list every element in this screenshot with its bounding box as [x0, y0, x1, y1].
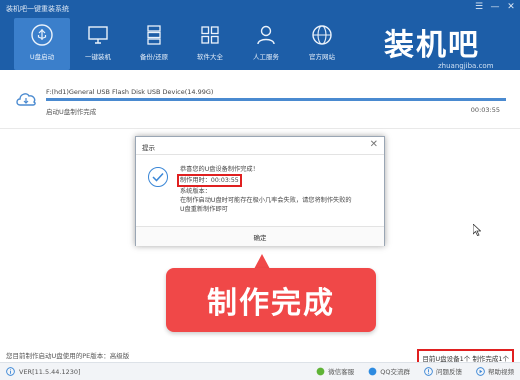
version-info: VER[11.5.44.1230]: [6, 367, 81, 376]
pe-version-hint: 您目前制作启动U盘使用的PE版本：高级版: [6, 352, 130, 360]
qq-icon: [368, 367, 377, 375]
task-status: 启动U盘制作完成: [46, 108, 97, 116]
logo-url: zhuangjiba.com: [438, 62, 494, 70]
app-header: 装机吧一键重装系统 ☰ — ✕ U盘启动 一键装机 备份/还原 软件大全 人工服…: [0, 0, 520, 70]
wechat-support-link[interactable]: 微信客服: [316, 366, 354, 376]
status-bar: VER[11.5.44.1230] 微信客服 QQ交流群 问题反馈 帮助视频: [0, 362, 520, 380]
dialog-title: 提示: [142, 144, 155, 152]
dialog-ok-button[interactable]: 确定: [136, 226, 384, 246]
nav-item-website[interactable]: 官方网站: [294, 18, 350, 70]
dialog-message: 恭喜您的U盘设备制作完成！ 制作用时：00:03:55 系统版本： 在制作启动U…: [177, 165, 380, 214]
user-icon: [257, 25, 275, 45]
brand-logo: 装机吧 zhuangjiba.com: [384, 20, 494, 70]
link-label: 微信客服: [328, 368, 355, 376]
usb-icon: [31, 24, 53, 46]
link-label: 问题反馈: [436, 368, 462, 376]
feedback-link[interactable]: 问题反馈: [424, 366, 462, 376]
link-label: QQ交流群: [380, 368, 410, 376]
nav-label: 官方网站: [309, 53, 335, 61]
globe-icon: [312, 25, 332, 45]
callout-label: 制作完成: [166, 268, 376, 332]
nav-label: 一键装机: [85, 53, 111, 61]
cloud-download-icon: [16, 93, 36, 106]
nav-item-software[interactable]: 软件大全: [182, 18, 238, 70]
check-icon: [148, 167, 168, 187]
logo-text: 装机吧: [384, 28, 480, 63]
feedback-icon: [424, 366, 433, 376]
nav-item-support[interactable]: 人工服务: [238, 18, 294, 70]
nav-label: 备份/还原: [139, 53, 169, 61]
message-line: U盘重新制作即可: [180, 206, 228, 213]
main-nav: U盘启动 一键装机 备份/还原 软件大全 人工服务 官方网站: [14, 18, 350, 70]
mouse-cursor-icon: [473, 224, 481, 236]
link-label: 帮助视频: [488, 368, 514, 376]
callout-pointer: [254, 254, 270, 269]
help-video-link[interactable]: 帮助视频: [476, 366, 514, 376]
info-icon: [6, 367, 15, 376]
nav-label: 人工服务: [253, 53, 279, 61]
dialog-close-button[interactable]: ✕: [370, 139, 378, 150]
device-name: F:(hd1)General USB Flash Disk USB Device…: [46, 88, 214, 96]
task-row: F:(hd1)General USB Flash Disk USB Device…: [10, 86, 510, 118]
version-label: VER[11.5.44.1230]: [19, 367, 81, 376]
minimize-button[interactable]: —: [490, 2, 500, 12]
nav-item-one-click-install[interactable]: 一键装机: [70, 18, 126, 70]
status-links: 微信客服 QQ交流群 问题反馈 帮助视频: [316, 366, 514, 376]
task-time: 00:03:55: [470, 106, 500, 114]
dialog-divider: [136, 154, 384, 155]
nav-item-usb-boot[interactable]: U盘启动: [14, 18, 70, 70]
wechat-icon: [316, 367, 325, 375]
elapsed-time-highlight: 制作用时：00:03:55: [177, 174, 242, 187]
monitor-icon: [88, 26, 108, 44]
nav-item-backup-restore[interactable]: 备份/还原: [126, 18, 182, 70]
message-line: 在制作启动U盘时可能存在极小几率会失败，请您将制作失败的: [180, 197, 352, 204]
close-button[interactable]: ✕: [506, 2, 516, 12]
nav-label: U盘启动: [29, 53, 55, 61]
progress-fill: [46, 98, 506, 101]
video-icon: [476, 366, 485, 376]
window-controls: ☰ — ✕: [474, 2, 516, 12]
apps-icon: [201, 26, 219, 44]
nav-label: 软件大全: [197, 53, 223, 61]
qq-group-link[interactable]: QQ交流群: [368, 366, 410, 376]
server-icon: [147, 25, 161, 45]
divider: [0, 128, 520, 129]
message-line: 恭喜您的U盘设备制作完成！: [180, 166, 259, 173]
menu-button[interactable]: ☰: [474, 2, 484, 12]
message-line: 系统版本：: [180, 188, 211, 195]
completion-dialog: 提示 ✕ 恭喜您的U盘设备制作完成！ 制作用时：00:03:55 系统版本： 在…: [135, 136, 385, 246]
window-title: 装机吧一键重装系统: [6, 5, 69, 13]
progress-bar: [46, 98, 506, 101]
